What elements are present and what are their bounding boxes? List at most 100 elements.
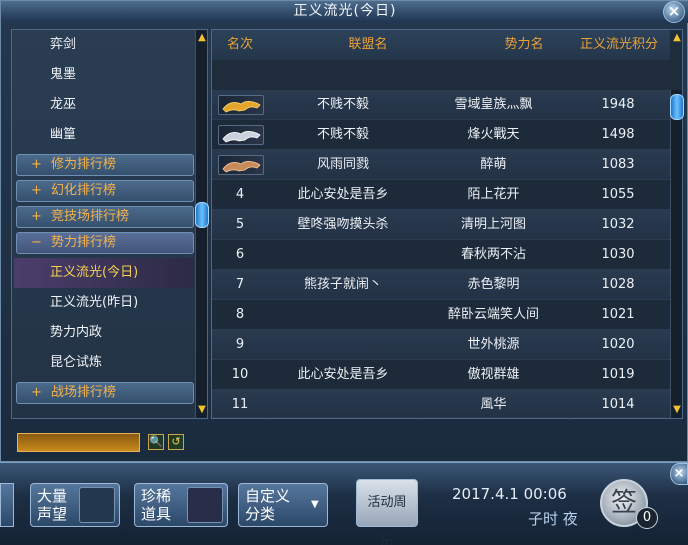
- alliance-cell: 此心安处是吾乡: [297, 367, 389, 382]
- tree-item-guimo[interactable]: 鬼墨: [14, 60, 194, 90]
- tree-category-arena[interactable]: + 竞技场排行榜: [16, 206, 194, 228]
- tree-item-youhuang[interactable]: 幽篁: [14, 120, 194, 150]
- header-alliance[interactable]: 联盟名: [268, 30, 468, 60]
- close-icon[interactable]: ×: [663, 1, 685, 23]
- force-cell: 醉萌: [480, 157, 507, 172]
- tree-scrollbar[interactable]: ▲ ▼: [195, 30, 209, 418]
- calendar-icon: 活动周历: [367, 495, 407, 545]
- table-row[interactable]: 8 醉卧云端笑人间 1021: [212, 300, 670, 330]
- tree-category-transform[interactable]: + 幻化排行榜: [16, 180, 194, 202]
- table-row[interactable]: 风雨同戮 醉萌 1083: [212, 150, 670, 180]
- date-text: 2017.4.1: [452, 485, 519, 503]
- alliance-cell: [268, 330, 418, 360]
- alliance-cell: [268, 240, 418, 270]
- button-label-line1: 自定义: [245, 487, 291, 505]
- scroll-up-icon[interactable]: ▲: [671, 32, 683, 44]
- rare-items-button[interactable]: 珍稀 道具: [134, 483, 228, 527]
- window-title: 正义流光(今日): [1, 1, 688, 23]
- search-icon[interactable]: 🔍: [148, 434, 164, 450]
- alliance-cell: 不贱不毅: [316, 127, 369, 142]
- rank-cell: 5: [235, 217, 245, 232]
- expand-icon: +: [31, 157, 42, 172]
- points-cell: 1032: [601, 217, 635, 232]
- silver-tiger-icon: [218, 125, 264, 145]
- table-row[interactable]: 10 此心安处是吾乡 傲视群雄 1019: [212, 360, 670, 390]
- tree-category-label: 幻化排行榜: [51, 183, 117, 198]
- points-cell: 1019: [601, 367, 635, 382]
- table-row[interactable]: 不贱不毅 烽火戰天 1498: [212, 120, 670, 150]
- tree-item-yijian[interactable]: 弈剑: [14, 30, 194, 60]
- reputation-art-icon: [79, 487, 115, 523]
- rank-cell: 8: [235, 307, 245, 322]
- scroll-down-icon[interactable]: ▼: [196, 404, 208, 416]
- table-row[interactable]: 7 熊孩子就闹丶 赤色黎明 1028: [212, 270, 670, 300]
- table-row[interactable]: 11 風华 1014: [212, 390, 670, 418]
- alliance-cell: 不贱不毅: [316, 97, 369, 112]
- alliance-cell: 熊孩子就闹丶: [303, 277, 382, 292]
- button-label-line2: 分类: [245, 505, 276, 523]
- force-cell: 醉卧云端笑人间: [447, 307, 539, 322]
- date-time-display: 2017.4.1 00:06: [452, 485, 567, 503]
- table-row[interactable]: 6 春秋两不沾 1030: [212, 240, 670, 270]
- rank-cell: 7: [235, 277, 245, 292]
- scroll-up-icon[interactable]: ▲: [196, 32, 208, 44]
- tree-category-label: 势力排行榜: [51, 235, 117, 250]
- shichen-text: 子时 夜: [528, 510, 578, 528]
- table-header: 名次 联盟名 势力名 正义流光积分: [212, 30, 670, 60]
- tree-category-force[interactable]: − 势力排行榜: [16, 232, 194, 254]
- time-text: 00:06: [523, 485, 567, 503]
- table-row[interactable]: 5 壁咚强吻摸头杀 清明上河图 1032: [212, 210, 670, 240]
- reputation-button[interactable]: 大量 声望: [30, 483, 120, 527]
- table-scroll-thumb[interactable]: [670, 94, 684, 120]
- reset-icon[interactable]: ↺: [168, 434, 184, 450]
- force-cell: 春秋两不沾: [460, 247, 526, 262]
- tree-item-justice-yesterday[interactable]: 正义流光(昨日): [14, 288, 194, 318]
- expand-icon: +: [31, 183, 42, 198]
- rank-cell: 10: [231, 367, 249, 382]
- ranking-table: 名次 联盟名 势力名 正义流光积分 不贱不毅 雪域皇族灬飘 1948 不贱不毅: [211, 29, 684, 420]
- custom-category-button[interactable]: 自定义 分类 ▼: [238, 483, 328, 527]
- tree-item-internal-affairs[interactable]: 势力内政: [14, 318, 194, 348]
- activity-calendar-button[interactable]: 活动周历: [356, 479, 418, 545]
- tree-item-longwu[interactable]: 龙巫: [14, 90, 194, 120]
- bottom-taskbar: 大量 声望 珍稀 道具 自定义 分类 ▼ 活动周历 2017.4.1 00:06…: [0, 462, 688, 545]
- tree-item-kunlun-trial[interactable]: 昆仑试炼: [14, 348, 194, 378]
- force-cell: 世外桃源: [467, 337, 520, 352]
- tree-category-battlefield[interactable]: + 战场排行榜: [16, 382, 194, 404]
- force-cell: 赤色黎明: [467, 277, 520, 292]
- tree-category-label: 修为排行榜: [51, 157, 117, 172]
- force-cell: 傲视群雄: [467, 367, 520, 382]
- tree-category-label: 竞技场排行榜: [51, 209, 130, 224]
- search-input[interactable]: [17, 433, 140, 452]
- header-points[interactable]: 正义流光积分: [568, 30, 670, 60]
- table-row[interactable]: 9 世外桃源 1020: [212, 330, 670, 360]
- table-row[interactable]: 不贱不毅 雪域皇族灬飘 1948: [212, 90, 670, 120]
- table-scrollbar[interactable]: ▲ ▼: [670, 32, 684, 418]
- force-cell: 風华: [480, 397, 507, 412]
- rank-cell: 11: [231, 397, 249, 412]
- alliance-cell: 此心安处是吾乡: [297, 187, 389, 202]
- force-cell: 清明上河图: [460, 217, 526, 232]
- chevron-down-icon: ▼: [311, 499, 319, 510]
- tree-scroll-thumb[interactable]: [195, 202, 209, 228]
- alliance-cell: 风雨同戮: [316, 157, 369, 172]
- scroll-down-icon[interactable]: ▼: [671, 404, 683, 416]
- rank-cell: 9: [235, 337, 245, 352]
- tree-item-justice-today[interactable]: 正义流光(今日): [14, 258, 194, 288]
- force-cell: 陌上花开: [467, 187, 520, 202]
- rank-cell: 6: [235, 247, 245, 262]
- close-icon[interactable]: ×: [670, 463, 688, 485]
- header-rank[interactable]: 名次: [212, 30, 268, 60]
- tree-category-cultivation[interactable]: + 修为排行榜: [16, 154, 194, 176]
- alliance-cell: 壁咚强吻摸头杀: [297, 217, 389, 232]
- rank-cell: 4: [235, 187, 245, 202]
- table-row[interactable]: 4 此心安处是吾乡 陌上花开 1055: [212, 180, 670, 210]
- points-cell: 1020: [601, 337, 635, 352]
- tree-category-label: 战场排行榜: [51, 385, 117, 400]
- points-cell: 1055: [601, 187, 635, 202]
- sign-count-badge: 0: [636, 507, 658, 529]
- force-cell: 烽火戰天: [467, 127, 520, 142]
- bronze-tiger-icon: [218, 155, 264, 175]
- points-cell: 1021: [601, 307, 635, 322]
- edge-button-icon[interactable]: [0, 483, 14, 527]
